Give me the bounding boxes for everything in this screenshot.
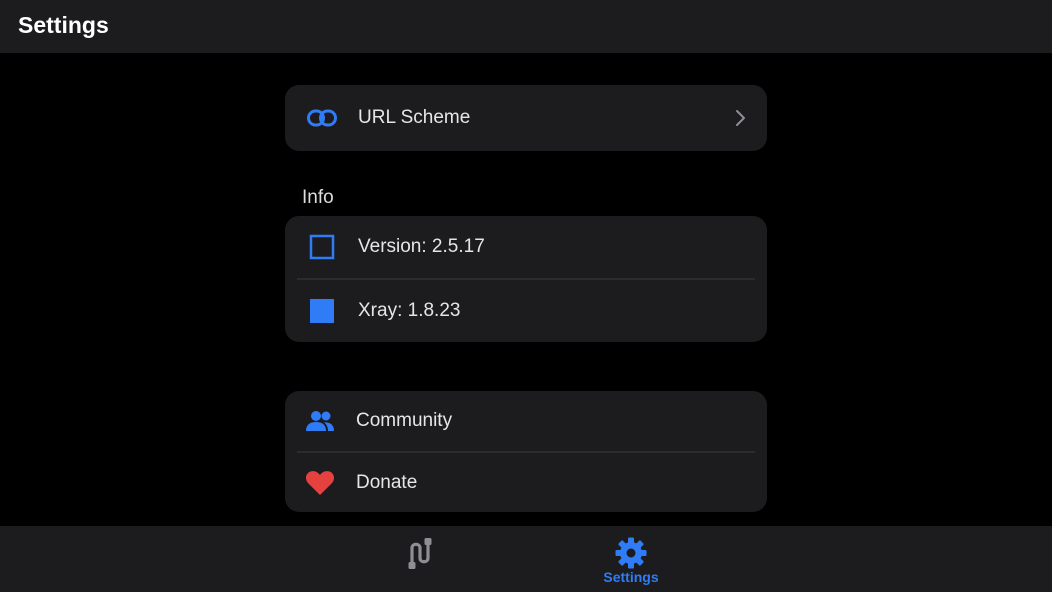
tab-routes[interactable] (360, 526, 480, 592)
square-filled-icon (307, 296, 337, 326)
xray-row: Xray: 1.8.23 (285, 280, 767, 342)
gear-icon (614, 536, 648, 570)
link-icon (307, 103, 337, 133)
people-icon (305, 406, 335, 436)
app-window: Settings URL Scheme Info Version: 2.5.17… (0, 0, 1052, 592)
donate-row[interactable]: Donate (285, 453, 767, 512)
community-row[interactable]: Community (285, 391, 767, 451)
chevron-right-icon (733, 108, 747, 128)
links-card: Community Donate (285, 391, 767, 512)
url-scheme-row[interactable]: URL Scheme (285, 85, 767, 151)
info-card: Version: 2.5.17 Xray: 1.8.23 (285, 216, 767, 342)
community-label: Community (356, 410, 453, 431)
info-section-header: Info (302, 187, 334, 208)
top-app-bar: Settings (0, 0, 1052, 53)
xray-label: Xray: 1.8.23 (358, 300, 461, 321)
square-outline-icon (307, 232, 337, 262)
version-row: Version: 2.5.17 (285, 216, 767, 278)
version-label: Version: 2.5.17 (358, 236, 485, 257)
donate-label: Donate (356, 471, 418, 493)
route-icon (403, 536, 437, 570)
heart-icon (305, 468, 335, 498)
url-scheme-card: URL Scheme (285, 85, 767, 151)
tab-settings[interactable]: Settings (571, 526, 691, 592)
settings-content[interactable]: URL Scheme Info Version: 2.5.17 Xray: 1.… (0, 53, 1052, 526)
bottom-tab-bar: Settings (0, 526, 1052, 592)
tab-settings-label: Settings (603, 569, 659, 585)
url-scheme-label: URL Scheme (358, 107, 471, 128)
page-title: Settings (18, 12, 109, 38)
